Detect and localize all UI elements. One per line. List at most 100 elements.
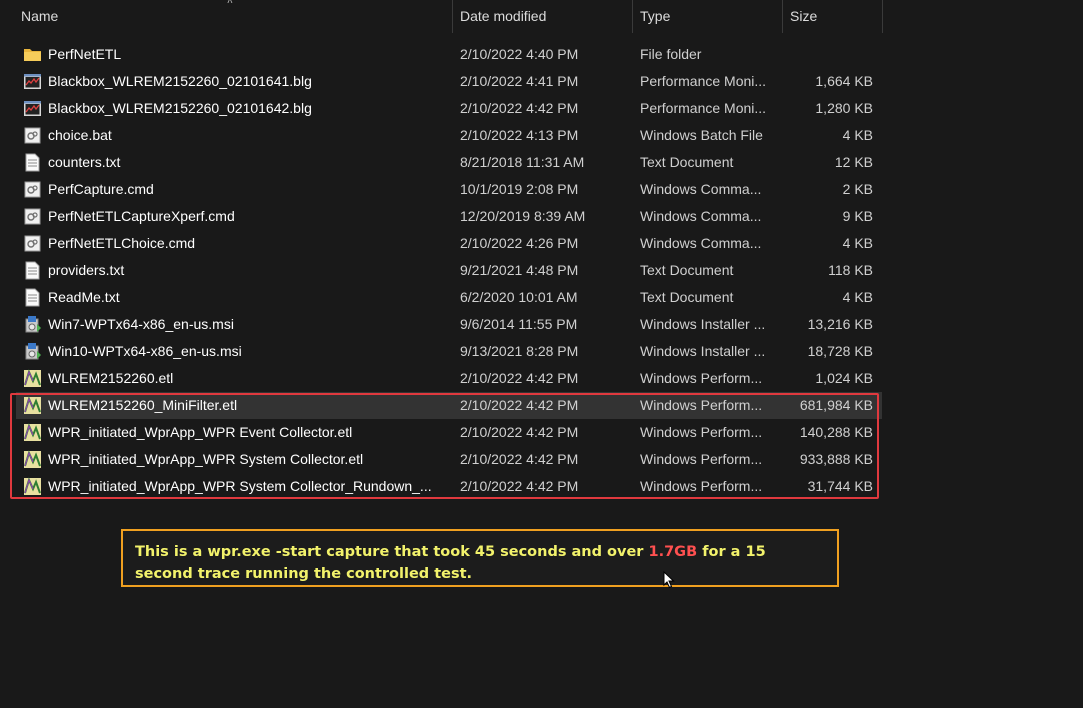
file-row[interactable]: Blackbox_WLREM2152260_02101642.blg 2/10/2… [16, 95, 882, 122]
text-file-icon [23, 288, 42, 307]
file-row[interactable]: WLREM2152260.etl 2/10/2022 4:42 PM Windows… [16, 365, 882, 392]
batch-file-icon [23, 180, 42, 199]
file-row[interactable]: Win7-WPTx64-x86_en-us.msi 9/6/2014 11:55 … [16, 311, 882, 338]
file-row[interactable]: PerfNetETLChoice.cmd 2/10/2022 4:26 PM Win… [16, 230, 882, 257]
file-size: 18,728 KB [807, 343, 873, 359]
file-name: Blackbox_WLREM2152260_02101641.blg [48, 73, 312, 89]
file-name: Win7-WPTx64-x86_en-us.msi [48, 316, 234, 332]
file-name: Blackbox_WLREM2152260_02101642.blg [48, 100, 312, 116]
file-date-modified: 9/21/2021 4:48 PM [460, 262, 579, 278]
file-name: WPR_initiated_WprApp_WPR Event Collector… [48, 424, 353, 440]
file-row[interactable]: WPR_initiated_WprApp_WPR System Collecto… [16, 473, 882, 500]
file-date-modified: 12/20/2019 8:39 AM [460, 208, 586, 224]
file-name: PerfCapture.cmd [48, 181, 154, 197]
batch-file-icon [23, 207, 42, 226]
file-row[interactable]: WPR_initiated_WprApp_WPR Event Collector… [16, 419, 882, 446]
etl-file-icon [23, 369, 42, 388]
batch-file-icon [23, 126, 42, 145]
file-type: Windows Comma... [640, 181, 762, 197]
file-date-modified: 2/10/2022 4:42 PM [460, 397, 579, 413]
file-size [782, 41, 873, 68]
file-name: WLREM2152260.etl [48, 370, 174, 386]
file-type: File folder [640, 46, 702, 62]
file-row[interactable]: ReadMe.txt 6/2/2020 10:01 AM Text Document… [16, 284, 882, 311]
installer-icon [23, 315, 42, 334]
callout-highlight-size: 1.7GB [648, 544, 698, 560]
installer-icon [23, 342, 42, 361]
file-size: 933,888 KB [799, 451, 873, 467]
file-row[interactable]: PerfNetETL 2/10/2022 4:40 PM File folder [16, 41, 882, 68]
file-type: Windows Installer ... [640, 316, 766, 332]
column-divider[interactable] [882, 0, 883, 33]
file-row[interactable]: providers.txt 9/21/2021 4:48 PM Text Docum… [16, 257, 882, 284]
file-type: Windows Perform... [640, 478, 763, 494]
file-row[interactable]: Blackbox_WLREM2152260_02101641.blg 2/10/2… [16, 68, 882, 95]
column-header-size[interactable]: Size [783, 0, 882, 33]
file-type: Windows Comma... [640, 208, 762, 224]
file-type: Text Document [640, 262, 734, 278]
file-size: 4 KB [842, 235, 873, 251]
file-size: 1,024 KB [815, 370, 873, 386]
file-type: Performance Moni... [640, 73, 767, 89]
file-date-modified: 2/10/2022 4:42 PM [460, 451, 579, 467]
file-size: 4 KB [842, 127, 873, 143]
file-size: 118 KB [828, 262, 873, 278]
file-row[interactable]: PerfCapture.cmd 10/1/2019 2:08 PM Windows … [16, 176, 882, 203]
text-file-icon [23, 153, 42, 172]
file-row[interactable]: WPR_initiated_WprApp_WPR System Collecto… [16, 446, 882, 473]
text-file-icon [23, 261, 42, 280]
column-header-type[interactable]: Type [633, 0, 782, 33]
file-name: counters.txt [48, 154, 121, 170]
file-row[interactable]: counters.txt 8/21/2018 11:31 AM Text Docum… [16, 149, 882, 176]
batch-file-icon [23, 234, 42, 253]
file-size: 681,984 KB [799, 397, 873, 413]
file-date-modified: 6/2/2020 10:01 AM [460, 289, 578, 305]
file-name: Win10-WPTx64-x86_en-us.msi [48, 343, 242, 359]
file-date-modified: 2/10/2022 4:26 PM [460, 235, 579, 251]
file-size: 2 KB [842, 181, 873, 197]
file-name: WLREM2152260_MiniFilter.etl [48, 397, 238, 413]
file-name: PerfNetETLCaptureXperf.cmd [48, 208, 235, 224]
file-type: Windows Perform... [640, 451, 763, 467]
mouse-cursor-icon [663, 571, 675, 589]
file-row[interactable]: WLREM2152260_MiniFilter.etl 2/10/2022 4:4… [16, 392, 882, 419]
file-name: choice.bat [48, 127, 112, 143]
file-size: 1,664 KB [815, 73, 873, 89]
file-date-modified: 9/13/2021 8:28 PM [460, 343, 579, 359]
etl-file-icon [23, 450, 42, 469]
file-date-modified: 2/10/2022 4:42 PM [460, 424, 579, 440]
file-size: 140,288 KB [799, 424, 873, 440]
file-explorer-view: Name ˄ Date modified Type Size PerfNetET… [0, 0, 1083, 708]
file-size: 13,216 KB [807, 316, 873, 332]
file-row[interactable]: Win10-WPTx64-x86_en-us.msi 9/13/2021 8:28… [16, 338, 882, 365]
annotation-callout: This is a wpr.exe -start capture that to… [121, 529, 839, 587]
etl-file-icon [23, 396, 42, 415]
file-type: Windows Perform... [640, 370, 763, 386]
file-type: Performance Moni... [640, 100, 767, 116]
perfmon-log-icon [23, 99, 42, 118]
file-name: WPR_initiated_WprApp_WPR System Collecto… [48, 478, 432, 494]
file-type: Windows Perform... [640, 397, 763, 413]
file-size: 12 KB [834, 154, 873, 170]
file-row[interactable]: PerfNetETLCaptureXperf.cmd 12/20/2019 8:3… [16, 203, 882, 230]
file-name: PerfNetETLChoice.cmd [48, 235, 196, 251]
file-size: 9 KB [842, 208, 873, 224]
file-type: Windows Batch File [640, 127, 763, 143]
file-size: 4 KB [842, 289, 873, 305]
column-header-name[interactable]: Name [14, 0, 452, 33]
file-name: ReadMe.txt [48, 289, 120, 305]
perfmon-log-icon [23, 72, 42, 91]
column-header-date[interactable]: Date modified [453, 0, 632, 33]
file-type: Text Document [640, 289, 734, 305]
file-name: PerfNetETL [48, 46, 122, 62]
file-date-modified: 10/1/2019 2:08 PM [460, 181, 579, 197]
sort-ascending-icon: ˄ [227, 0, 233, 7]
file-date-modified: 2/10/2022 4:13 PM [460, 127, 579, 143]
file-date-modified: 2/10/2022 4:42 PM [460, 478, 579, 494]
file-date-modified: 2/10/2022 4:42 PM [460, 100, 579, 116]
file-size: 31,744 KB [807, 478, 873, 494]
file-date-modified: 9/6/2014 11:55 PM [460, 316, 578, 332]
file-row[interactable]: choice.bat 2/10/2022 4:13 PM Windows Batch… [16, 122, 882, 149]
file-type: Windows Installer ... [640, 343, 766, 359]
callout-text-start: This is a wpr.exe -start capture that to… [135, 544, 649, 560]
